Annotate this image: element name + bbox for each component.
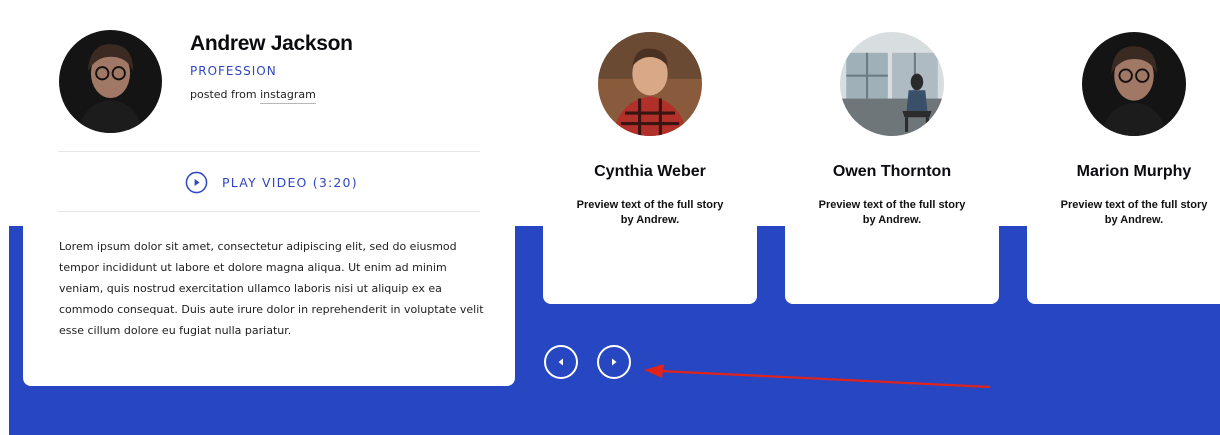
person-photo-icon	[840, 32, 944, 136]
person-photo-icon	[598, 32, 702, 136]
story-card[interactable]: Marion Murphy Preview text of the full s…	[1027, 0, 1220, 304]
story-author-name: Cynthia Weber	[594, 163, 706, 180]
story-preview-text: Preview text of the full story by Andrew…	[1060, 199, 1208, 226]
source-link-instagram[interactable]: instagram	[260, 88, 316, 104]
story-author-name: Owen Thornton	[832, 163, 952, 180]
person-photo-icon	[1082, 32, 1186, 136]
testimonial-body-text: Lorem ipsum dolor sit amet, consectetur …	[59, 240, 484, 337]
carousel-prev-button[interactable]	[544, 345, 578, 379]
avatar	[1082, 32, 1186, 136]
author-name: Andrew Jackson	[190, 32, 353, 55]
play-video-label: PLAY VIDEO (3:20)	[222, 174, 358, 190]
avatar	[59, 30, 162, 133]
posted-from-line: posted from instagram	[190, 88, 316, 104]
avatar	[840, 32, 944, 136]
story-card[interactable]: Cynthia Weber Preview text of the full s…	[543, 0, 757, 304]
featured-testimonial-card: Andrew Jackson PROFESSION posted from in…	[23, 0, 515, 386]
avatar	[598, 32, 702, 136]
play-video-button[interactable]: PLAY VIDEO (3:20)	[185, 170, 358, 194]
posted-from-label: posted from	[190, 88, 261, 101]
story-preview-text: Preview text of the full story by Andrew…	[576, 199, 724, 226]
story-card[interactable]: Owen Thornton Preview text of the full s…	[785, 0, 999, 304]
chevron-left-icon	[558, 358, 563, 366]
chevron-right-icon	[612, 358, 617, 366]
play-circle-icon	[185, 171, 208, 193]
story-author-name: Marion Murphy	[1076, 163, 1192, 180]
person-photo-icon	[59, 30, 162, 133]
divider	[58, 211, 480, 212]
carousel-next-button[interactable]	[597, 345, 631, 379]
divider	[58, 151, 480, 152]
story-preview-text: Preview text of the full story by Andrew…	[818, 199, 966, 226]
author-profession: PROFESSION	[190, 64, 277, 78]
